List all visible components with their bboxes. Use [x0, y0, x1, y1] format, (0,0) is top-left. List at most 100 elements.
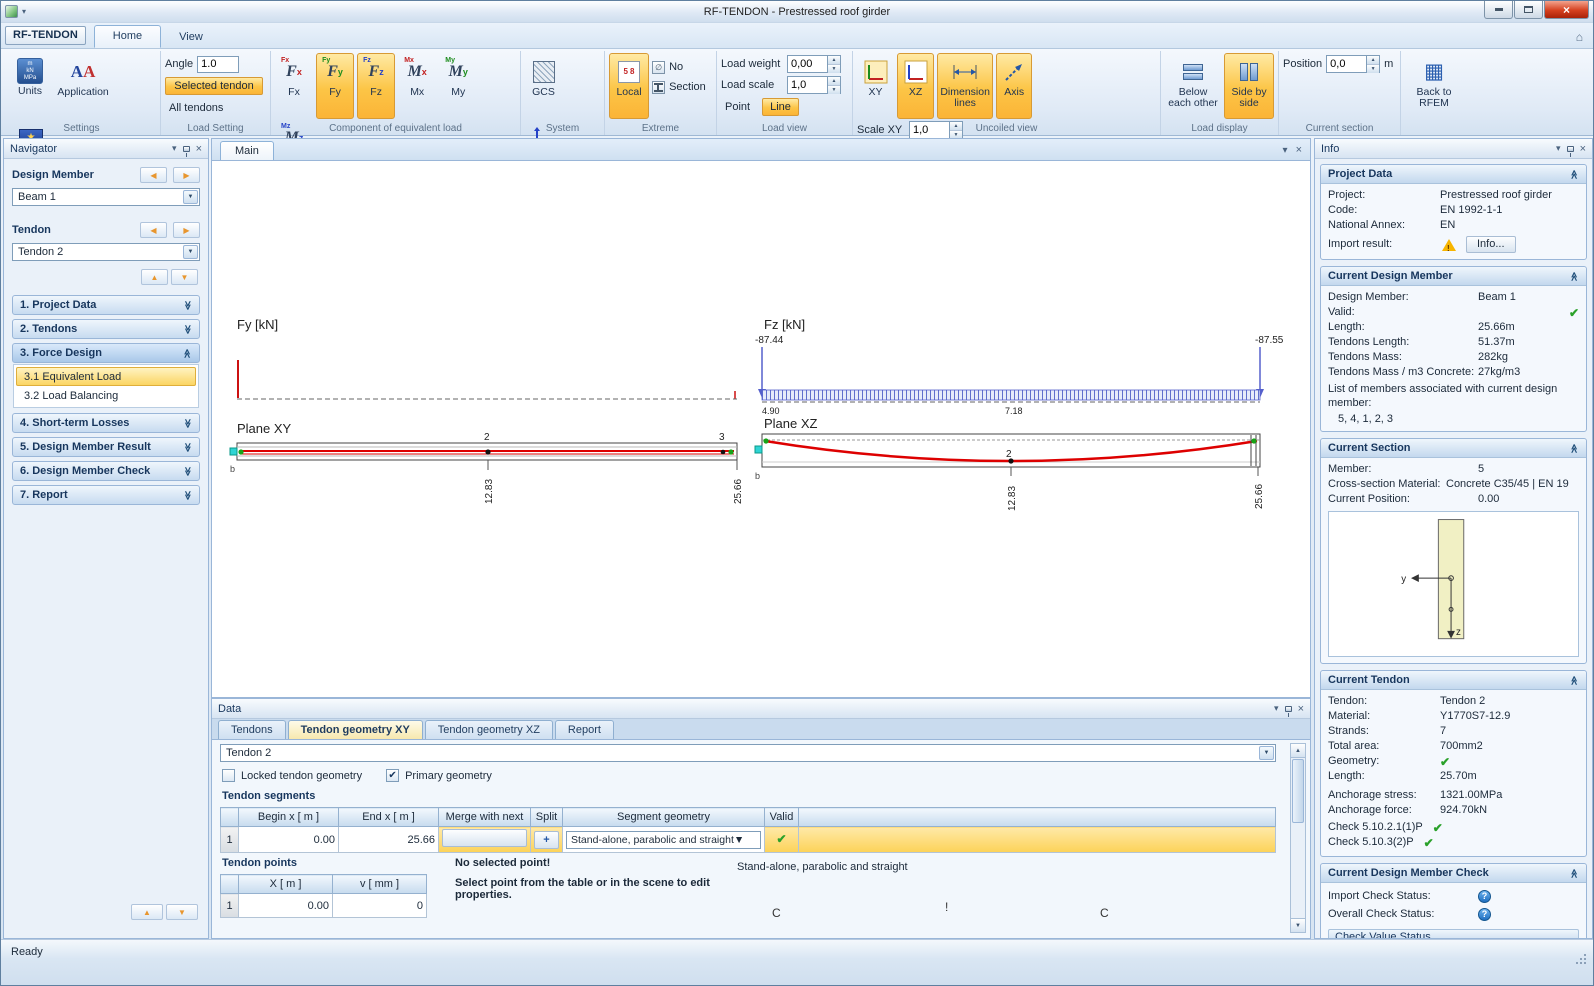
angle-input[interactable]: [197, 55, 240, 73]
fy-button[interactable]: Fy Fy Fy: [316, 53, 355, 119]
seg-begin-cell[interactable]: 0.00: [238, 826, 339, 853]
ribbon-options-icon[interactable]: ⌂: [1576, 30, 1589, 48]
load-weight-input[interactable]: [787, 55, 827, 73]
check-value-status-bar[interactable]: Check Value Status: [1328, 929, 1579, 938]
line-button[interactable]: Line: [762, 98, 799, 116]
load-scale-input[interactable]: [787, 76, 827, 94]
tab-tendon-geometry-xy[interactable]: Tendon geometry XY: [287, 720, 423, 739]
qat-customize-icon[interactable]: ▾: [22, 7, 26, 16]
vertical-scrollbar[interactable]: ▲ ▼: [1290, 743, 1306, 933]
segment-geometry-select[interactable]: Stand-alone, parabolic and straight ▼: [566, 830, 761, 849]
table-row[interactable]: 1 0.00 25.66 + Stand-alone, parabolic an…: [220, 826, 1276, 853]
pt-x-cell[interactable]: 0.00: [238, 893, 333, 918]
spin-down-icon[interactable]: ▼: [828, 86, 840, 94]
scrollbar-thumb[interactable]: [1292, 759, 1304, 823]
uncoiled-xy-button[interactable]: XY: [857, 53, 894, 119]
merge-with-next-button[interactable]: [442, 829, 527, 847]
table-row[interactable]: 1 0.00 0: [220, 893, 427, 918]
tab-main[interactable]: Main: [220, 141, 274, 160]
close-icon[interactable]: ×: [1580, 143, 1586, 154]
current-section-header[interactable]: Current Section ≫: [1321, 439, 1586, 458]
panel-menu-icon[interactable]: ▾: [172, 143, 177, 154]
current-tendon-header[interactable]: Current Tendon ≫: [1321, 671, 1586, 690]
pin-icon[interactable]: [1566, 145, 1574, 157]
nav-section-tendons[interactable]: 2. Tendons ≫: [12, 319, 200, 339]
tendon-select[interactable]: Tendon 2 ▼: [12, 243, 200, 261]
current-design-member-header[interactable]: Current Design Member ≫: [1321, 267, 1586, 286]
units-button[interactable]: m kN MPa Units: [7, 53, 53, 119]
nav-section-force-design[interactable]: 3. Force Design ≫: [12, 343, 200, 363]
project-data-header[interactable]: Project Data ≫: [1321, 165, 1586, 184]
gcs-button[interactable]: GCS: [525, 53, 562, 119]
fz-button[interactable]: Fz Fz Fz: [357, 53, 396, 119]
side-by-side-button[interactable]: Side by side: [1224, 53, 1275, 119]
nav-section-report[interactable]: 7. Report ≫: [12, 485, 200, 505]
next-design-member-button[interactable]: ▶: [173, 167, 200, 183]
scroll-up-button[interactable]: ▲: [131, 904, 163, 920]
panel-menu-icon[interactable]: ▾: [1556, 143, 1561, 154]
scroll-down-button[interactable]: ▼: [166, 904, 198, 920]
application-menu-button[interactable]: RF-TENDON: [5, 26, 86, 45]
panel-menu-icon[interactable]: ▾: [1274, 703, 1279, 714]
dimension-lines-button[interactable]: Dimension lines: [937, 53, 994, 119]
doc-menu-icon[interactable]: ▾: [1283, 145, 1288, 156]
pt-v-cell[interactable]: 0: [332, 893, 427, 918]
info-button[interactable]: Info...: [1466, 236, 1516, 253]
application-button[interactable]: AA Application: [56, 53, 110, 119]
design-member-select[interactable]: Beam 1 ▼: [12, 188, 200, 206]
doc-close-icon[interactable]: ×: [1296, 145, 1302, 156]
below-each-other-button[interactable]: Below each other: [1165, 53, 1221, 119]
close-icon[interactable]: ×: [1298, 703, 1304, 714]
title-bar[interactable]: ▾ RF-TENDON - Prestressed roof girder ×: [1, 1, 1593, 23]
scroll-down-icon[interactable]: ▼: [1291, 918, 1305, 932]
nav-item-load-balancing[interactable]: 3.2 Load Balancing: [16, 386, 196, 405]
prev-design-member-button[interactable]: ◀: [139, 167, 167, 183]
nav-section-project-data[interactable]: 1. Project Data ≫: [12, 295, 200, 315]
close-icon[interactable]: ×: [196, 143, 202, 154]
position-input[interactable]: [1326, 55, 1367, 73]
tendon-combo[interactable]: Tendon 2 ▼: [220, 744, 1276, 762]
minimize-button[interactable]: [1484, 1, 1513, 19]
pin-icon[interactable]: [1284, 705, 1292, 717]
tab-tendon-geometry-xz[interactable]: Tendon geometry XZ: [424, 720, 553, 739]
resize-grip[interactable]: [1576, 954, 1586, 964]
nav-section-design-member-result[interactable]: 5. Design Member Result ≫: [12, 437, 200, 457]
point-button[interactable]: Point: [721, 98, 758, 116]
my-button[interactable]: My My My: [439, 53, 477, 119]
back-to-rfem-button[interactable]: ▦ Back to RFEM: [1405, 53, 1463, 119]
move-down-button[interactable]: ▼: [171, 269, 198, 285]
local-button[interactable]: 58 Local: [609, 53, 649, 119]
main-canvas[interactable]: Fy [kN] Plane XY 2 3 b 12.83 25.66 Fz [k…: [211, 160, 1311, 698]
locked-tendon-geometry-checkbox[interactable]: [222, 769, 235, 782]
all-tendons-button[interactable]: All tendons: [165, 99, 263, 117]
scroll-up-icon[interactable]: ▲: [1291, 744, 1305, 758]
spin-up-icon[interactable]: ▲: [828, 56, 840, 65]
nav-section-design-member-check[interactable]: 6. Design Member Check ≫: [12, 461, 200, 481]
move-up-button[interactable]: ▲: [141, 269, 168, 285]
spin-down-icon[interactable]: ▼: [1367, 65, 1380, 73]
next-tendon-button[interactable]: ▶: [173, 222, 200, 238]
fx-button[interactable]: Fx Fx Fx: [275, 53, 313, 119]
split-button[interactable]: +: [534, 830, 559, 849]
tab-view[interactable]: View: [161, 27, 221, 48]
tab-report[interactable]: Report: [554, 720, 614, 739]
extreme-no-option[interactable]: ∅ No: [652, 57, 706, 77]
tab-home[interactable]: Home: [93, 25, 162, 48]
seg-end-cell[interactable]: 25.66: [338, 826, 439, 853]
mx-button[interactable]: Mx Mx Mx: [398, 53, 436, 119]
tab-tendons[interactable]: Tendons: [218, 720, 286, 739]
pin-icon[interactable]: [182, 145, 190, 157]
extreme-section-option[interactable]: Section: [652, 77, 706, 97]
spin-up-icon[interactable]: ▲: [1367, 56, 1380, 65]
uncoiled-xz-button[interactable]: XZ: [897, 53, 935, 119]
maximize-button[interactable]: [1514, 1, 1543, 19]
nav-item-equivalent-load[interactable]: 3.1 Equivalent Load: [16, 367, 196, 386]
prev-tendon-button[interactable]: ◀: [139, 222, 167, 238]
nav-section-short-term-losses[interactable]: 4. Short-term Losses ≫: [12, 413, 200, 433]
spin-up-icon[interactable]: ▲: [828, 77, 840, 86]
spin-down-icon[interactable]: ▼: [828, 65, 840, 73]
current-design-member-check-header[interactable]: Current Design Member Check ≫: [1321, 864, 1586, 883]
primary-geometry-checkbox[interactable]: ✔: [386, 769, 400, 782]
close-button[interactable]: ×: [1544, 1, 1589, 19]
axis-button[interactable]: Axis: [996, 53, 1033, 119]
